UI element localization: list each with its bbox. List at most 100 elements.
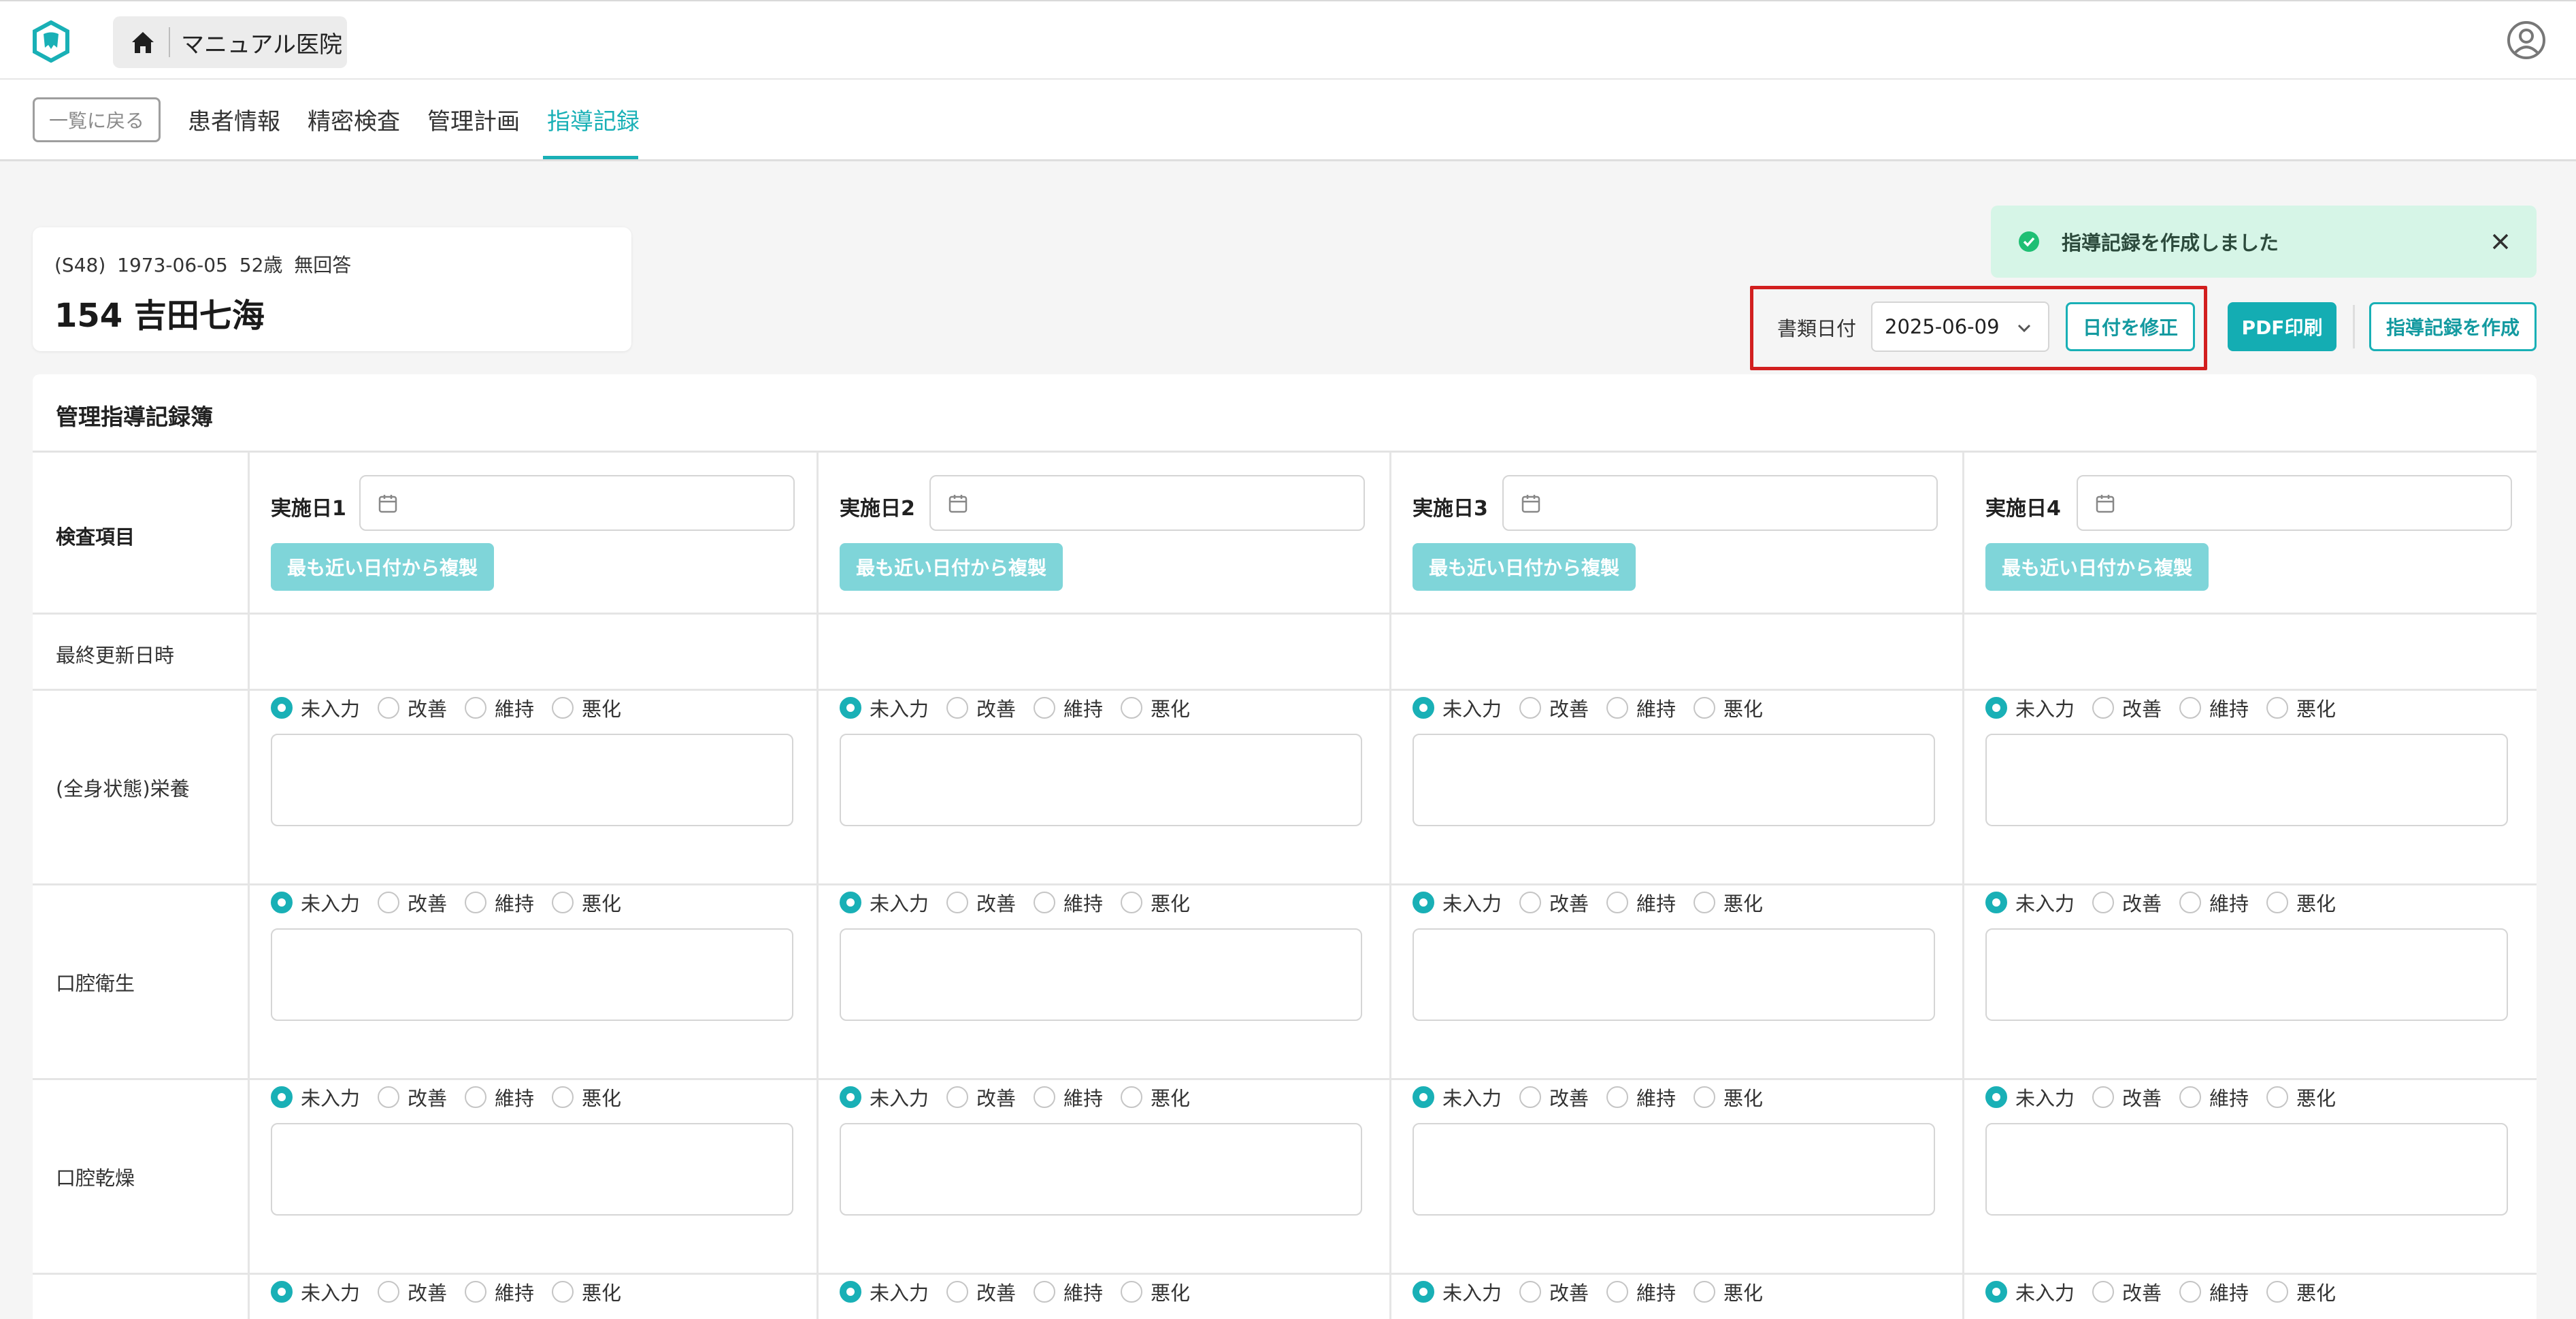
- status-radio[interactable]: 悪化: [1121, 694, 1190, 722]
- status-radio[interactable]: 改善: [1519, 1083, 1589, 1111]
- status-radio[interactable]: 維持: [2179, 1083, 2249, 1111]
- day-date-input[interactable]: [1502, 475, 1938, 531]
- status-radio[interactable]: 悪化: [552, 694, 621, 722]
- status-radio[interactable]: 未入力: [840, 694, 929, 722]
- fix-date-button[interactable]: 日付を修正: [2066, 302, 2195, 351]
- status-radio[interactable]: 未入力: [1413, 694, 1502, 722]
- note-textarea[interactable]: [271, 1123, 793, 1216]
- status-radio[interactable]: 改善: [378, 888, 447, 917]
- day-date-input[interactable]: [2077, 475, 2512, 531]
- status-radio[interactable]: 改善: [946, 1277, 1016, 1306]
- status-radio[interactable]: 未入力: [1985, 1277, 2075, 1306]
- radio-unchecked-icon: [2266, 892, 2289, 913]
- day-date-input[interactable]: [929, 475, 1365, 531]
- note-textarea[interactable]: [271, 734, 793, 826]
- status-radio[interactable]: 維持: [1034, 888, 1103, 917]
- status-radio[interactable]: 未入力: [840, 1277, 929, 1306]
- close-icon[interactable]: [2489, 230, 2512, 253]
- status-radio[interactable]: 維持: [465, 1083, 534, 1111]
- status-radio[interactable]: 未入力: [1413, 1277, 1502, 1306]
- note-textarea[interactable]: [840, 928, 1362, 1021]
- copy-from-nearest-button[interactable]: 最も近い日付から複製: [1985, 543, 2209, 591]
- status-radio[interactable]: 未入力: [840, 888, 929, 917]
- status-radio[interactable]: 悪化: [1694, 888, 1763, 917]
- status-radio[interactable]: 維持: [1606, 694, 1676, 722]
- create-record-button[interactable]: 指導記録を作成: [2369, 302, 2537, 351]
- note-textarea[interactable]: [1985, 734, 2508, 826]
- status-radio[interactable]: 悪化: [1121, 1277, 1190, 1306]
- status-radio[interactable]: 悪化: [2266, 1083, 2336, 1111]
- tab-detailed-exam[interactable]: 精密検査: [308, 103, 400, 136]
- status-radio[interactable]: 悪化: [1694, 1083, 1763, 1111]
- status-radio[interactable]: 改善: [2092, 694, 2162, 722]
- status-radio[interactable]: 未入力: [1985, 1083, 2075, 1111]
- status-radio[interactable]: 維持: [2179, 694, 2249, 722]
- status-radio[interactable]: 改善: [946, 1083, 1016, 1111]
- status-radio[interactable]: 維持: [1034, 1083, 1103, 1111]
- status-radio-label: 維持: [2209, 892, 2249, 915]
- status-radio[interactable]: 改善: [378, 1277, 447, 1306]
- status-radio[interactable]: 悪化: [552, 1277, 621, 1306]
- status-radio[interactable]: 改善: [2092, 1083, 2162, 1111]
- status-radio[interactable]: 悪化: [2266, 888, 2336, 917]
- tooth-logo-icon[interactable]: [30, 20, 72, 63]
- status-radio[interactable]: 悪化: [1694, 694, 1763, 722]
- status-radio[interactable]: 維持: [1606, 1277, 1676, 1306]
- status-radio[interactable]: 改善: [2092, 888, 2162, 917]
- status-radio[interactable]: 未入力: [1985, 694, 2075, 722]
- status-radio[interactable]: 悪化: [1121, 1083, 1190, 1111]
- status-radio[interactable]: 悪化: [2266, 694, 2336, 722]
- copy-from-nearest-button[interactable]: 最も近い日付から複製: [1413, 543, 1636, 591]
- status-radio[interactable]: 未入力: [271, 694, 360, 722]
- status-radio[interactable]: 改善: [1519, 1277, 1589, 1306]
- status-radio[interactable]: 未入力: [271, 1083, 360, 1111]
- note-textarea[interactable]: [1413, 928, 1935, 1021]
- status-radio[interactable]: 維持: [1606, 1083, 1676, 1111]
- tab-patient-info[interactable]: 患者情報: [188, 103, 280, 136]
- note-textarea[interactable]: [840, 1123, 1362, 1216]
- status-radio[interactable]: 維持: [465, 888, 534, 917]
- status-radio[interactable]: 改善: [946, 888, 1016, 917]
- pdf-print-button[interactable]: PDF印刷: [2228, 302, 2336, 351]
- status-radio[interactable]: 改善: [378, 1083, 447, 1111]
- status-radio[interactable]: 悪化: [552, 1083, 621, 1111]
- status-radio[interactable]: 維持: [1606, 888, 1676, 917]
- status-radio[interactable]: 悪化: [2266, 1277, 2336, 1306]
- back-to-list-button[interactable]: 一覧に戻る: [33, 97, 161, 142]
- note-textarea[interactable]: [1985, 1123, 2508, 1216]
- status-radio[interactable]: 未入力: [840, 1083, 929, 1111]
- status-radio[interactable]: 維持: [2179, 1277, 2249, 1306]
- status-radio[interactable]: 改善: [1519, 888, 1589, 917]
- copy-from-nearest-button[interactable]: 最も近い日付から複製: [840, 543, 1063, 591]
- status-radio[interactable]: 維持: [1034, 694, 1103, 722]
- status-radio[interactable]: 維持: [2179, 888, 2249, 917]
- status-radio[interactable]: 悪化: [1694, 1277, 1763, 1306]
- copy-from-nearest-button[interactable]: 最も近い日付から複製: [271, 543, 494, 591]
- note-textarea[interactable]: [271, 928, 793, 1021]
- status-radio[interactable]: 改善: [378, 694, 447, 722]
- clinic-switcher[interactable]: マニュアル医院: [113, 16, 347, 68]
- status-radio-label: 未入力: [2015, 1282, 2075, 1305]
- status-radio[interactable]: 維持: [465, 1277, 534, 1306]
- status-radio[interactable]: 維持: [465, 694, 534, 722]
- note-textarea[interactable]: [1985, 928, 2508, 1021]
- status-radio[interactable]: 悪化: [552, 888, 621, 917]
- tab-guidance-record[interactable]: 指導記録: [547, 103, 640, 136]
- user-circle-icon[interactable]: [2507, 20, 2546, 60]
- document-date-select[interactable]: 2025-06-09: [1871, 302, 2049, 352]
- note-textarea[interactable]: [1413, 1123, 1935, 1216]
- status-radio[interactable]: 未入力: [271, 888, 360, 917]
- status-radio[interactable]: 改善: [1519, 694, 1589, 722]
- status-radio[interactable]: 悪化: [1121, 888, 1190, 917]
- status-radio[interactable]: 維持: [1034, 1277, 1103, 1306]
- tab-management-plan[interactable]: 管理計画: [427, 103, 520, 136]
- status-radio[interactable]: 改善: [946, 694, 1016, 722]
- day-date-input[interactable]: [359, 475, 795, 531]
- status-radio[interactable]: 未入力: [271, 1277, 360, 1306]
- status-radio[interactable]: 未入力: [1413, 888, 1502, 917]
- status-radio[interactable]: 改善: [2092, 1277, 2162, 1306]
- note-textarea[interactable]: [1413, 734, 1935, 826]
- status-radio[interactable]: 未入力: [1985, 888, 2075, 917]
- status-radio[interactable]: 未入力: [1413, 1083, 1502, 1111]
- note-textarea[interactable]: [840, 734, 1362, 826]
